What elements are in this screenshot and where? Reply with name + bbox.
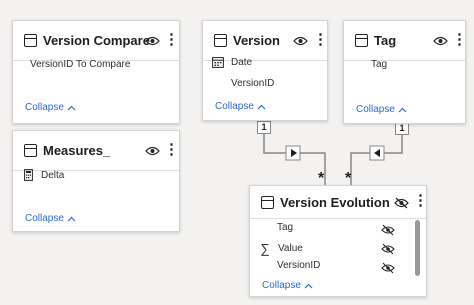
collapse-link[interactable]: Collapse	[356, 104, 407, 115]
table-icon	[214, 34, 227, 47]
field-tag[interactable]: Tag	[371, 59, 387, 70]
more-options-icon[interactable]: ⋮	[413, 193, 428, 211]
field-tag[interactable]: Tag	[277, 222, 293, 233]
collapse-label: Collapse	[25, 213, 64, 224]
field-value[interactable]: ∑ Value	[248, 241, 303, 256]
eye-icon[interactable]	[144, 143, 160, 159]
more-options-icon[interactable]: ⋮	[164, 32, 179, 50]
chevron-up-icon	[398, 107, 407, 112]
sigma-icon: ∑	[260, 241, 270, 256]
table-card-version[interactable]: Version ⋮ Date VersionID Collapse	[202, 20, 328, 121]
table-card-measures[interactable]: Measures_ ⋮ Delta Collapse	[12, 130, 180, 232]
collapse-label: Collapse	[356, 104, 395, 115]
field-versionid[interactable]: VersionID	[231, 78, 274, 89]
card-header[interactable]: Version	[203, 21, 327, 61]
table-title: Tag	[374, 33, 397, 48]
field-delta[interactable]: Delta	[11, 169, 64, 181]
more-options-icon[interactable]: ⋮	[313, 32, 328, 50]
table-title: Version	[233, 33, 280, 48]
table-icon	[355, 34, 368, 47]
table-card-version-evolution[interactable]: Version Evolution ⋮ Tag ∑ Value VersionI…	[248, 185, 428, 297]
field-label: Value	[278, 243, 303, 254]
eye-icon[interactable]	[144, 33, 160, 49]
field-label: VersionID To Compare	[30, 59, 131, 70]
table-card-tag[interactable]: Tag ⋮ Tag Collapse	[343, 20, 467, 124]
chevron-up-icon	[304, 283, 313, 288]
cardinality-many-version: *	[318, 170, 325, 187]
more-options-icon[interactable]: ⋮	[164, 142, 179, 160]
table-title: Version Compare	[43, 33, 150, 48]
field-label: VersionID	[231, 78, 275, 89]
collapse-label: Collapse	[215, 101, 254, 112]
collapse-link[interactable]: Collapse	[262, 280, 313, 291]
collapse-label: Collapse	[262, 280, 301, 291]
vertical-scrollbar[interactable]	[415, 220, 420, 276]
field-label: Tag	[277, 222, 294, 233]
more-options-icon[interactable]: ⋮	[452, 32, 467, 50]
table-icon	[261, 195, 274, 209]
field-label: Delta	[41, 169, 65, 181]
collapse-link[interactable]: Collapse	[215, 101, 266, 112]
table-title: Version Evolution	[280, 194, 390, 210]
calculator-icon	[21, 169, 35, 181]
eye-slash-icon[interactable]	[381, 242, 395, 255]
calendar-icon	[211, 57, 225, 68]
field-versionid-to-compare[interactable]: VersionID To Compare	[30, 59, 130, 70]
eye-slash-icon[interactable]	[393, 195, 409, 211]
table-card-version-compare[interactable]: Version Compare ⋮ VersionID To Compare C…	[12, 20, 180, 124]
chevron-up-icon	[257, 104, 266, 109]
field-date[interactable]: Date	[201, 57, 252, 68]
table-icon	[24, 144, 37, 157]
chevron-up-icon	[67, 216, 76, 221]
eye-slash-icon[interactable]	[381, 223, 395, 236]
collapse-link[interactable]: Collapse	[25, 102, 76, 113]
eye-icon[interactable]	[292, 33, 308, 49]
table-icon	[24, 34, 37, 47]
cardinality-many-tag: *	[345, 170, 352, 187]
cardinality-one-version: 1	[257, 121, 271, 134]
table-title: Measures_	[43, 143, 111, 158]
field-label: Tag	[371, 59, 388, 70]
eye-slash-icon[interactable]	[381, 261, 395, 274]
chevron-up-icon	[67, 105, 76, 110]
eye-icon[interactable]	[432, 33, 448, 49]
field-label: VersionID	[277, 260, 321, 271]
field-label: Date	[231, 57, 253, 68]
collapse-label: Collapse	[25, 102, 64, 113]
field-versionid[interactable]: VersionID	[277, 260, 320, 271]
collapse-link[interactable]: Collapse	[25, 213, 76, 224]
